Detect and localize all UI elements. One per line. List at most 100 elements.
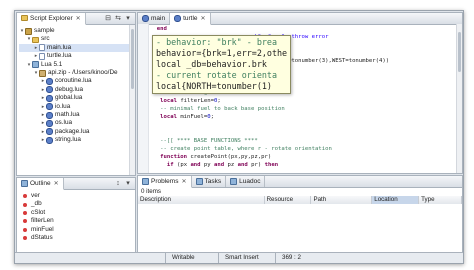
explorer-scrollbar[interactable] xyxy=(129,25,135,175)
outline-item[interactable]: cSlot xyxy=(17,209,135,217)
lua-file-icon xyxy=(46,119,53,127)
outline-item[interactable]: minFuel xyxy=(17,226,135,234)
close-icon[interactable]: ✕ xyxy=(181,178,186,185)
code-hover-popup: - behavior: "brk" - brea behavior={brk=1,… xyxy=(152,35,292,94)
code-token: filterLen= xyxy=(180,98,214,104)
tree-item[interactable]: ▸ package.lua xyxy=(19,128,135,136)
collapse-all-icon[interactable]: ⊟ xyxy=(104,15,112,23)
status-insert-mode: Smart Insert xyxy=(218,253,275,263)
problems-tab-label: Luadoc xyxy=(239,178,261,185)
close-icon[interactable]: ✕ xyxy=(76,15,81,22)
outline-item[interactable]: dStatus xyxy=(17,234,135,242)
tree-item-label: turtle.lua xyxy=(47,52,72,60)
problems-tab[interactable]: Luadoc xyxy=(226,176,266,187)
tree-item[interactable]: ▾ Lua 5.1 xyxy=(19,61,135,69)
problems-summary: 0 items xyxy=(141,188,161,195)
code-token: local xyxy=(150,98,181,104)
code-token: local xyxy=(150,114,181,120)
code-token: then xyxy=(264,162,279,168)
editor-tab-label: main xyxy=(151,15,166,22)
hover-line: local{NORTH=tonumber(1) xyxy=(156,81,272,91)
tree-item[interactable]: ▸ main.lua xyxy=(19,43,135,53)
lua-file-icon xyxy=(46,128,53,136)
tree-item-label: math.lua xyxy=(55,110,80,118)
script-explorer-view: Script Explorer ✕ ⊟ ⇆ ▾ ▾ sample ▾ src ▸ main… xyxy=(16,12,136,176)
editor-tab[interactable]: turtle ✕ xyxy=(170,13,211,25)
editor-view: mainturtle✕ end ck", "err"- throw error … xyxy=(137,12,463,174)
hover-line: - behavior: "brk" - brea xyxy=(156,37,278,47)
outline-item[interactable]: filterLen xyxy=(17,217,135,225)
code-token: end xyxy=(150,26,167,32)
tree-item[interactable]: ▸ math.lua xyxy=(19,111,135,119)
lua-file-icon xyxy=(46,136,53,144)
editor-scroll-thumb[interactable] xyxy=(458,32,461,72)
code-line: -- create point table, where r - rotate … xyxy=(150,145,456,153)
tree-item[interactable]: ▸ global.lua xyxy=(19,94,135,102)
code-line: local filterLen=0; xyxy=(150,97,456,105)
editor-scrollbar[interactable] xyxy=(456,24,462,173)
tree-item[interactable]: ▾ sample xyxy=(19,27,135,35)
tree-item-label: coroutine.lua xyxy=(55,77,92,85)
tree-item-label: package.lua xyxy=(55,127,90,135)
problems-tab[interactable]: Problems ✕ xyxy=(138,176,192,188)
outline-tabbar: Outline ✕ ↕ ▾ xyxy=(17,178,135,190)
tree-item[interactable]: ▸ os.lua xyxy=(19,119,135,127)
hover-line: behavior={brk=1,err=2,othe xyxy=(156,48,288,58)
code-token: py xyxy=(203,162,215,168)
lua-file-icon xyxy=(174,14,182,22)
link-editor-icon[interactable]: ⇆ xyxy=(114,15,122,23)
close-icon[interactable]: ✕ xyxy=(54,180,59,187)
outline-item-label: filterLen xyxy=(31,217,54,225)
column-header[interactable]: Type xyxy=(419,196,462,204)
outline-toolbar: ↕ ▾ xyxy=(114,180,135,188)
code-token: --[[ **** BASE FUNCTIONS **** xyxy=(150,138,258,144)
outline-item-label: dStatus xyxy=(31,233,53,241)
local-variable-icon xyxy=(23,202,27,207)
tree-item-label: main.lua xyxy=(47,43,72,51)
tab-script-explorer[interactable]: Script Explorer ✕ xyxy=(17,13,86,25)
tree-item[interactable]: ▸ turtle.lua xyxy=(19,52,135,60)
status-cursor-position: 369 : 2 xyxy=(275,253,318,263)
tree-item[interactable]: ▾ src xyxy=(19,35,135,43)
tree-item[interactable]: ▸ io.lua xyxy=(19,103,135,111)
tab-outline[interactable]: Outline ✕ xyxy=(17,178,64,190)
close-icon[interactable]: ✕ xyxy=(201,15,206,22)
hover-line: - current rotate orienta xyxy=(156,70,278,80)
outline-item[interactable]: ver xyxy=(17,192,135,200)
column-header[interactable]: Location xyxy=(372,196,420,204)
code-token: and xyxy=(214,162,228,168)
lua-file-icon xyxy=(46,94,53,102)
tree-item[interactable]: ▾ api.zip - /Users/kinoo/De xyxy=(19,69,135,77)
lua-file-icon xyxy=(142,15,149,22)
explorer-scroll-thumb[interactable] xyxy=(131,29,134,89)
tree-item[interactable]: ▸ coroutine.lua xyxy=(19,77,135,86)
outline-item-label: minFuel xyxy=(31,225,54,233)
outline-item[interactable]: _db xyxy=(17,200,135,208)
view-icon xyxy=(142,177,149,185)
outline-list: ver _db cSlot filterLen minFuel dStatus xyxy=(17,190,135,242)
view-menu-icon[interactable]: ▾ xyxy=(124,15,132,23)
column-header[interactable]: Resource xyxy=(265,196,312,204)
code-line: --[[ **** BASE FUNCTIONS **** xyxy=(150,137,456,145)
tree-item[interactable]: ▸ string.lua xyxy=(19,136,135,144)
editor-tab[interactable]: main xyxy=(138,13,171,24)
column-header[interactable]: Description xyxy=(138,196,265,204)
editor-tabbar: main turtle ✕ xyxy=(138,13,462,25)
problems-tab[interactable]: Tasks xyxy=(192,176,227,187)
file-icon xyxy=(39,44,45,52)
problems-tabbar: Problems ✕ Tasks Luadoc xyxy=(138,176,462,188)
problems-tab-label: Tasks xyxy=(204,178,222,185)
code-token: ; xyxy=(217,98,221,104)
local-variable-icon xyxy=(23,236,27,241)
project-icon xyxy=(25,27,32,35)
view-icon xyxy=(195,178,203,185)
column-header[interactable]: Path xyxy=(311,196,373,204)
view-menu-icon[interactable]: ▾ xyxy=(124,180,132,188)
code-token: createPoint(px,py,pz,pr) xyxy=(190,154,272,160)
sort-icon[interactable]: ↕ xyxy=(114,180,122,188)
code-token: and xyxy=(190,162,204,168)
outline-item-label: _db xyxy=(31,200,42,208)
tree-item[interactable]: ▸ debug.lua xyxy=(19,86,135,94)
